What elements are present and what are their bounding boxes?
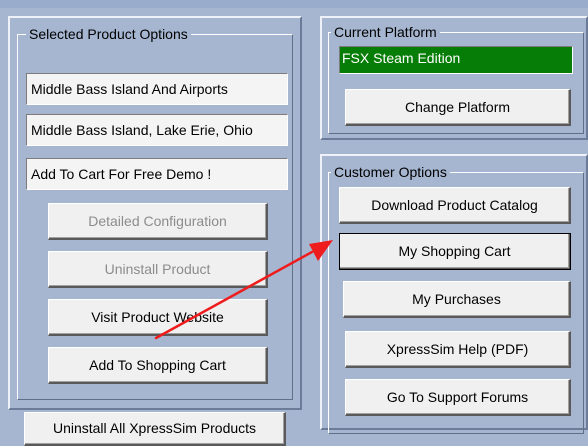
current-platform-title: Current Platform <box>331 23 440 41</box>
window-top-strip <box>0 0 588 8</box>
download-catalog-button[interactable]: Download Product Catalog <box>339 187 571 224</box>
current-platform-group: Current Platform FSX Steam Edition Chang… <box>328 23 584 134</box>
platform-value-field: FSX Steam Edition <box>339 46 573 74</box>
selected-product-title: Selected Product Options <box>26 25 191 43</box>
customer-options-title: Customer Options <box>331 163 450 181</box>
visit-product-website-button[interactable]: Visit Product Website <box>48 299 268 336</box>
detailed-configuration-button[interactable]: Detailed Configuration <box>48 203 268 240</box>
my-purchases-button[interactable]: My Purchases <box>343 281 571 318</box>
uninstall-product-button[interactable]: Uninstall Product <box>48 251 268 288</box>
product-name-field: Middle Bass Island And Airports <box>26 73 288 105</box>
my-shopping-cart-button[interactable]: My Shopping Cart <box>339 233 571 270</box>
help-pdf-button[interactable]: XpressSim Help (PDF) <box>345 331 571 368</box>
customer-options-panel: Customer Options Download Product Catalo… <box>320 154 588 434</box>
selected-product-panel: Selected Product Options Middle Bass Isl… <box>8 16 302 410</box>
uninstall-all-products-button[interactable]: Uninstall All XpressSim Products <box>24 412 286 446</box>
add-to-shopping-cart-button[interactable]: Add To Shopping Cart <box>48 347 268 384</box>
support-forums-button[interactable]: Go To Support Forums <box>345 379 571 416</box>
current-platform-panel: Current Platform FSX Steam Edition Chang… <box>320 16 588 140</box>
change-platform-button[interactable]: Change Platform <box>345 89 571 126</box>
product-status-field: Add To Cart For Free Demo ! <box>26 158 288 190</box>
product-location-field: Middle Bass Island, Lake Erie, Ohio <box>26 114 288 146</box>
selected-product-group: Selected Product Options Middle Bass Isl… <box>17 25 293 400</box>
customer-options-group: Customer Options Download Product Catalo… <box>328 163 584 434</box>
